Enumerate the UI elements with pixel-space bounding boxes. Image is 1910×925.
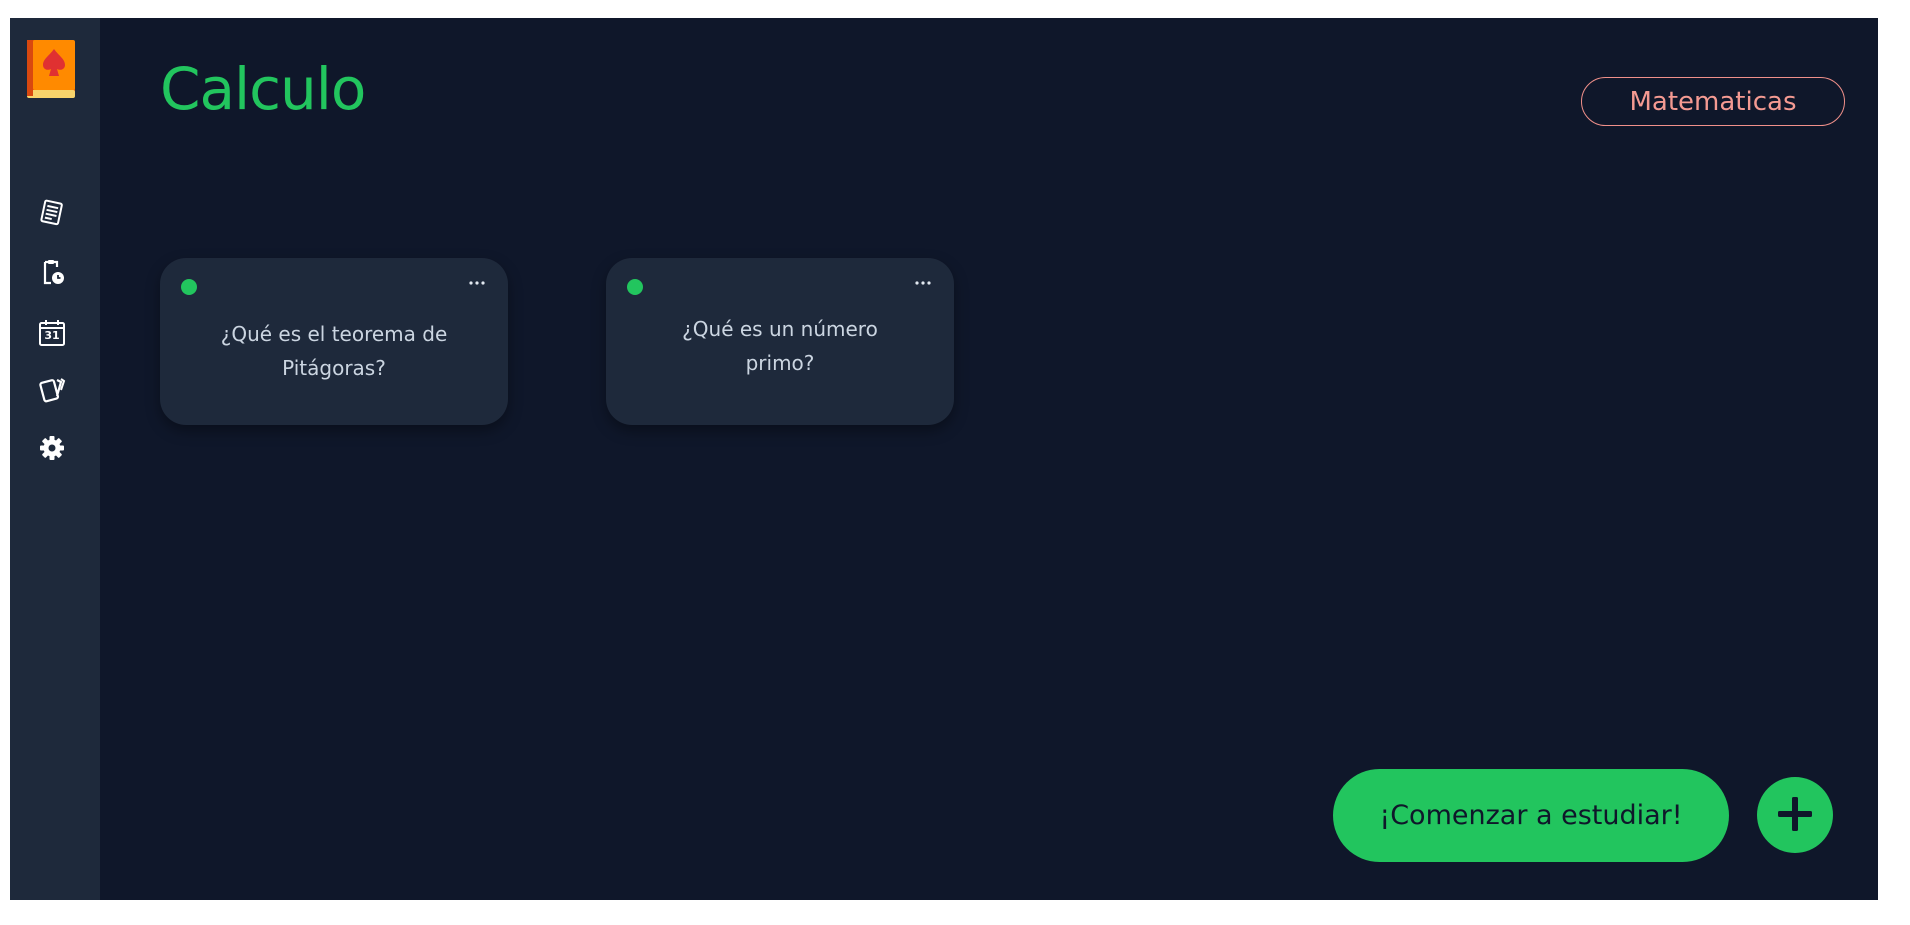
- app-window: 31 Calculo Matematicas ¿Qué es el teorem…: [10, 18, 1878, 900]
- plus-icon: [1775, 794, 1815, 837]
- flashcard[interactable]: ¿Qué es el teorema de Pitágoras?: [160, 258, 508, 425]
- sidebar: 31: [10, 18, 100, 900]
- sidebar-item-notes[interactable]: [35, 198, 69, 232]
- sidebar-item-calendar[interactable]: 31: [35, 316, 69, 350]
- card-question: ¿Qué es un número primo?: [682, 316, 878, 375]
- subject-badge[interactable]: Matematicas: [1581, 77, 1845, 126]
- notes-icon: [37, 198, 67, 232]
- add-card-button[interactable]: [1757, 777, 1833, 853]
- calendar-day-label: 31: [44, 329, 60, 342]
- gear-icon: [38, 434, 66, 466]
- book-spade-logo-icon[interactable]: [25, 38, 77, 100]
- sidebar-item-pending[interactable]: [35, 257, 69, 291]
- flashcard[interactable]: ¿Qué es un número primo?: [606, 258, 954, 425]
- more-options-icon[interactable]: [464, 274, 490, 292]
- sidebar-item-cards[interactable]: [35, 374, 69, 408]
- calendar-icon: 31: [37, 318, 67, 348]
- sidebar-item-settings[interactable]: [35, 433, 69, 467]
- card-question: ¿Qué es el teorema de Pitágoras?: [220, 321, 448, 380]
- page-title: Calculo: [160, 55, 366, 123]
- main-content: Calculo Matematicas ¿Qué es el teorema d…: [100, 18, 1878, 900]
- cards-icon: [37, 374, 67, 408]
- status-dot: [627, 279, 643, 295]
- clipboard-clock-icon: [37, 257, 67, 291]
- status-dot: [181, 279, 197, 295]
- start-studying-button[interactable]: ¡Comenzar a estudiar!: [1333, 769, 1729, 862]
- more-options-icon[interactable]: [910, 274, 936, 292]
